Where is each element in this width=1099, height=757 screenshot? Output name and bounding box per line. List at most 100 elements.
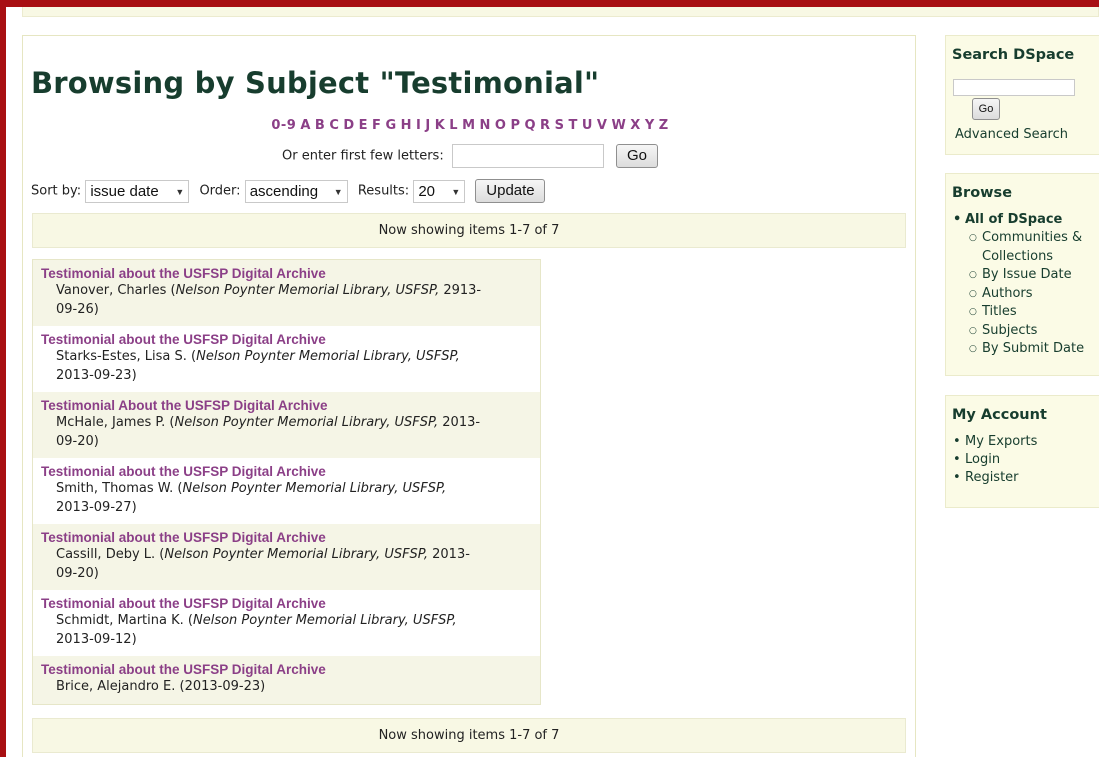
browse-sub-list: Communities & Collections By Issue Date Au… bbox=[969, 229, 1099, 359]
item-publisher: Nelson Poynter Memorial Library, USFSP, bbox=[175, 283, 440, 298]
search-go-button[interactable]: Go bbox=[972, 98, 1000, 120]
browse-box: Browse All of DSpace Communities & Colle… bbox=[945, 173, 1099, 376]
go-button[interactable]: Go bbox=[615, 144, 658, 168]
item-title-link[interactable]: Testimonial about the USFSP Digital Arch… bbox=[41, 662, 532, 677]
jump-letter-link[interactable]: X bbox=[630, 118, 641, 133]
item-meta: Starks-Estes, Lisa S. (Nelson Poynter Me… bbox=[56, 349, 460, 383]
browse-sub-item: Communities & Collections bbox=[969, 229, 1099, 266]
jump-letter-link[interactable]: K bbox=[435, 118, 446, 133]
header-strip bbox=[22, 7, 1099, 17]
browse-sub-item: Subjects bbox=[969, 322, 1099, 341]
jump-letter-link[interactable]: C bbox=[329, 118, 339, 133]
jump-letter-link[interactable]: M bbox=[462, 118, 475, 133]
list-item: Testimonial about the USFSP Digital Arch… bbox=[33, 590, 540, 656]
item-title-link[interactable]: Testimonial about the USFSP Digital Arch… bbox=[41, 266, 532, 281]
jump-letter-link[interactable]: F bbox=[372, 118, 381, 133]
search-input[interactable] bbox=[953, 79, 1075, 96]
page-title: Browsing by Subject "Testimonial" bbox=[31, 66, 600, 100]
jump-letter-link[interactable]: U bbox=[582, 118, 593, 133]
jump-letter-link[interactable]: J bbox=[425, 118, 430, 133]
jump-letter-link[interactable]: G bbox=[385, 118, 396, 133]
item-title-link[interactable]: Testimonial about the USFSP Digital Arch… bbox=[41, 530, 532, 545]
browse-all-item: All of DSpace Communities & Collections B… bbox=[953, 211, 1099, 359]
browse-sub-link[interactable]: Titles bbox=[982, 304, 1017, 319]
account-link[interactable]: My Exports bbox=[965, 434, 1037, 449]
item-author: Vanover, Charles bbox=[56, 283, 167, 298]
browse-sub-link[interactable]: Authors bbox=[982, 286, 1033, 301]
jump-letter-link[interactable]: R bbox=[540, 118, 551, 133]
browse-all-link[interactable]: All of DSpace bbox=[965, 212, 1062, 227]
account-item: Register bbox=[953, 469, 1099, 487]
jump-letter-link[interactable]: Z bbox=[659, 118, 669, 133]
results-list: Testimonial about the USFSP Digital Arch… bbox=[32, 259, 541, 705]
item-title-link[interactable]: Testimonial about the USFSP Digital Arch… bbox=[41, 596, 532, 611]
browse-sub-item: Titles bbox=[969, 303, 1099, 322]
jump-letter-link[interactable]: A bbox=[300, 118, 311, 133]
results-select[interactable]: 20 ▼ bbox=[413, 179, 466, 203]
jump-letter-link[interactable]: P bbox=[510, 118, 520, 133]
item-title-link[interactable]: Testimonial About the USFSP Digital Arch… bbox=[41, 398, 532, 413]
item-publisher: Nelson Poynter Memorial Library, USFSP, bbox=[174, 415, 439, 430]
jump-letter-link[interactable]: I bbox=[416, 118, 421, 133]
jump-letter-link[interactable]: O bbox=[495, 118, 507, 133]
jump-letter-link[interactable]: E bbox=[359, 118, 368, 133]
order-label: Order: bbox=[199, 183, 241, 199]
search-heading: Search DSpace bbox=[952, 47, 1075, 63]
account-link[interactable]: Register bbox=[965, 470, 1019, 485]
sort-options: Sort by: issue date ▼ Order: ascending ▼ R… bbox=[31, 179, 546, 205]
chevron-down-icon: ▼ bbox=[175, 186, 185, 197]
browse-sub-item: Authors bbox=[969, 285, 1099, 304]
browse-sub-link[interactable]: Communities & Collections bbox=[982, 230, 1082, 264]
jump-letter-link[interactable]: Q bbox=[524, 118, 536, 133]
item-author: Brice, Alejandro E. bbox=[56, 679, 176, 694]
update-button[interactable]: Update bbox=[475, 179, 546, 203]
item-date: 2013-09-27 bbox=[56, 500, 132, 515]
item-title-link[interactable]: Testimonial about the USFSP Digital Arch… bbox=[41, 464, 532, 479]
item-meta: Brice, Alejandro E. (2013-09-23) bbox=[56, 679, 266, 694]
item-meta: Smith, Thomas W. (Nelson Poynter Memoria… bbox=[56, 481, 447, 515]
jump-letter-link[interactable]: V bbox=[597, 118, 608, 133]
item-publisher: Nelson Poynter Memorial Library, USFSP, bbox=[196, 349, 460, 364]
window-frame-top bbox=[0, 0, 1099, 7]
browse-sub-link[interactable]: Subjects bbox=[982, 323, 1037, 338]
jump-letter-link[interactable]: D bbox=[343, 118, 354, 133]
item-author: Smith, Thomas W. bbox=[56, 481, 174, 496]
browse-heading: Browse bbox=[952, 185, 1013, 201]
chevron-down-icon: ▼ bbox=[333, 186, 343, 197]
account-link[interactable]: Login bbox=[965, 452, 1000, 467]
jump-letter-link[interactable]: B bbox=[315, 118, 325, 133]
account-item: My Exports bbox=[953, 433, 1099, 451]
account-nav: My Exports Login Register bbox=[953, 433, 1099, 487]
jump-letter-link[interactable]: N bbox=[480, 118, 491, 133]
item-author: Schmidt, Martina K. bbox=[56, 613, 184, 628]
order-select[interactable]: ascending ▼ bbox=[244, 179, 348, 203]
list-item: Testimonial about the USFSP Digital Arch… bbox=[33, 656, 540, 704]
item-meta: McHale, James P. (Nelson Poynter Memoria… bbox=[56, 415, 481, 449]
jump-letter-link[interactable]: W bbox=[611, 118, 626, 133]
first-letters-label: Or enter first few letters: bbox=[282, 148, 444, 164]
advanced-search-link[interactable]: Advanced Search bbox=[955, 127, 1068, 142]
jump-letter-link[interactable]: S bbox=[555, 118, 565, 133]
sort-by-value: issue date bbox=[90, 182, 159, 200]
account-box: My Account My Exports Login Register bbox=[945, 395, 1099, 508]
jump-letter-link[interactable]: 0-9 bbox=[271, 118, 296, 133]
search-box: Search DSpace Go Advanced Search bbox=[945, 35, 1099, 155]
chevron-down-icon: ▼ bbox=[451, 186, 461, 197]
jump-letter-link[interactable]: L bbox=[449, 118, 458, 133]
item-publisher: Nelson Poynter Memorial Library, USFSP, bbox=[192, 613, 457, 628]
jump-letter-link[interactable]: Y bbox=[645, 118, 655, 133]
sort-by-select[interactable]: issue date ▼ bbox=[85, 179, 190, 203]
browse-sub-link[interactable]: By Issue Date bbox=[982, 267, 1072, 282]
results-label: Results: bbox=[357, 183, 410, 199]
first-letters-input[interactable] bbox=[451, 144, 604, 168]
account-heading: My Account bbox=[952, 407, 1047, 423]
browse-sub-link[interactable]: By Submit Date bbox=[982, 341, 1084, 356]
jump-letter-link[interactable]: T bbox=[568, 118, 577, 133]
list-item: Testimonial About the USFSP Digital Arch… bbox=[33, 392, 540, 458]
browse-sub-item: By Issue Date bbox=[969, 266, 1099, 285]
showing-items-bottom: Now showing items 1-7 of 7 bbox=[32, 718, 906, 753]
first-letters-form: Or enter first few letters: Go bbox=[23, 144, 917, 170]
item-title-link[interactable]: Testimonial about the USFSP Digital Arch… bbox=[41, 332, 532, 347]
jump-letter-link[interactable]: H bbox=[401, 118, 412, 133]
item-meta: Cassill, Deby L. (Nelson Poynter Memoria… bbox=[56, 547, 470, 581]
